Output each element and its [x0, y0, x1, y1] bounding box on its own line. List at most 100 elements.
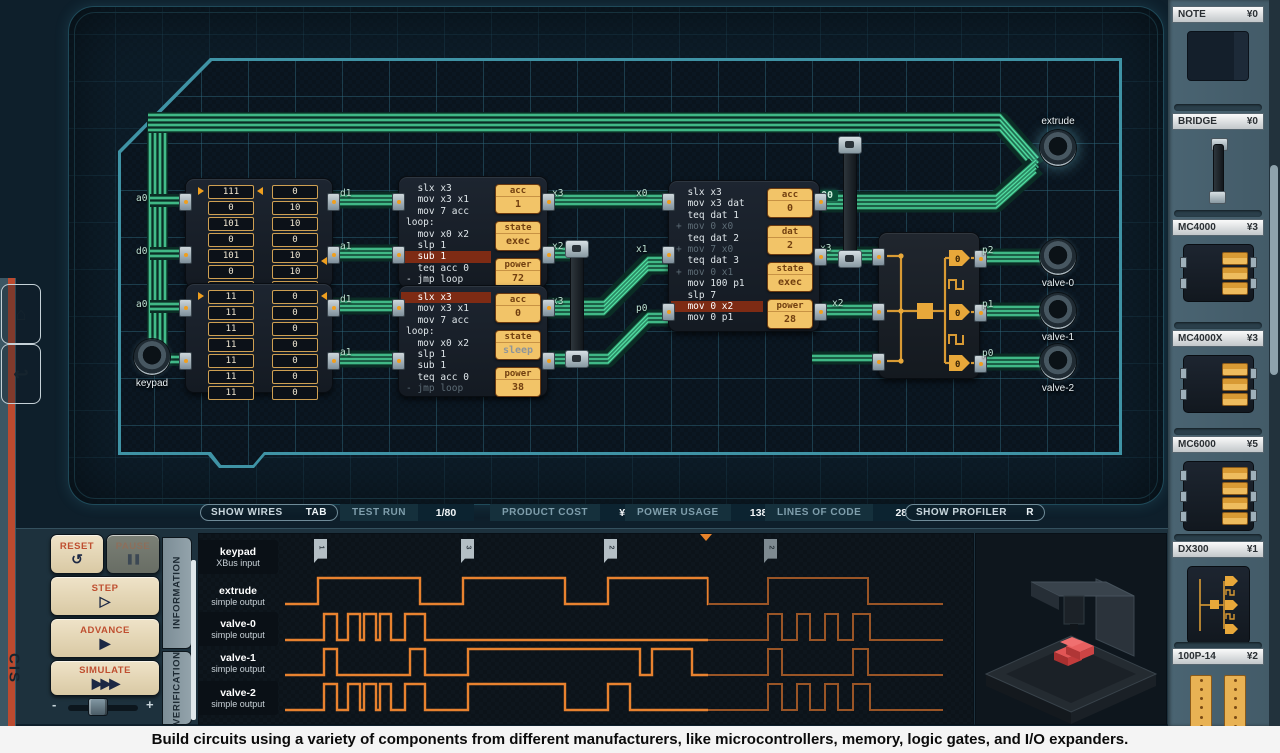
part-card-mc4000x[interactable]: MC4000X¥3	[1172, 330, 1264, 413]
chip-pin	[814, 193, 827, 211]
chip-pin	[179, 299, 192, 317]
register-badges: acc1stateexecpower72	[495, 184, 541, 295]
chip-pin	[179, 246, 192, 264]
sidebar-divider	[1174, 210, 1262, 217]
code-line: slp 1	[406, 349, 489, 360]
memory-pointer-icon	[198, 187, 204, 195]
dx300-gate-diagram: 0 0 0	[879, 233, 979, 378]
caption-bar: Build circuits using a variety of compon…	[0, 726, 1280, 753]
test-run-stat: TEST RUN 1/80	[340, 504, 474, 521]
memory-cell: 10	[272, 201, 318, 215]
speed-slider-knob[interactable]	[88, 698, 108, 716]
chip-pin	[872, 248, 885, 266]
speed-minus[interactable]: -	[52, 697, 56, 712]
simulate-button[interactable]: SIMULATE ▶▶▶	[50, 660, 160, 696]
memory-cell: 101	[208, 249, 254, 263]
show-wires-button[interactable]: SHOW WIRES TAB	[200, 504, 338, 521]
chip-pin	[542, 299, 555, 317]
code-line: + mov 0 x0	[676, 221, 761, 232]
home-button[interactable]: ⌂	[1, 284, 41, 344]
part-card-bridge[interactable]: BRIDGE¥0	[1172, 113, 1264, 204]
product-cost-label: PRODUCT COST	[490, 504, 600, 521]
chip-pin	[327, 246, 340, 264]
memory-chip-1[interactable]: 111111111111110000000	[185, 283, 333, 393]
register-badge-state: stateexec	[767, 262, 813, 292]
chip-pin	[662, 246, 675, 264]
wave-cursor[interactable]	[700, 534, 712, 541]
memory-cell: 10	[272, 217, 318, 231]
memory-cell: 0	[272, 322, 318, 336]
code-line: slx x3	[401, 292, 491, 303]
part-card-mc6000[interactable]: MC6000¥5	[1172, 436, 1264, 531]
step-button[interactable]: STEP ▷	[50, 576, 160, 616]
chip-pin	[392, 299, 405, 317]
wire-label: d1	[340, 294, 351, 305]
memory-cell: 0	[272, 290, 318, 304]
part-name: BRIDGE	[1178, 116, 1217, 127]
wire-label: p0	[982, 348, 993, 359]
dx300-chip[interactable]: 0 0 0	[878, 232, 980, 379]
code-line: mov x0 x2	[406, 338, 489, 349]
mcu-code[interactable]: slx x3 mov x3 dat teq dat 1+ mov 0 x0 te…	[676, 187, 761, 327]
brand-logo: CIS	[6, 639, 23, 699]
part-card-mc4000[interactable]: MC4000¥3	[1172, 219, 1264, 302]
mc4000x-thumbnail	[1183, 355, 1254, 413]
code-line: loop:	[406, 217, 489, 228]
memory-cell: 111	[208, 185, 254, 199]
bridge[interactable]	[563, 240, 589, 368]
memory-cell: 11	[208, 306, 254, 320]
part-card-note[interactable]: NOTE¥0	[1172, 6, 1264, 81]
chip-pin	[392, 246, 405, 264]
sidebar-divider	[1174, 534, 1262, 541]
wire-label: x0	[636, 188, 647, 199]
wire-label: a0	[136, 193, 147, 204]
show-profiler-button[interactable]: SHOW PROFILER R	[905, 504, 1045, 521]
code-line: slx x3	[676, 187, 761, 198]
chip-pin	[872, 303, 885, 321]
signal-type: simple output	[211, 597, 265, 608]
code-line: teq dat 1	[676, 210, 761, 221]
reset-icon: ↺	[71, 552, 83, 567]
pause-button[interactable]: PAUSE ❚❚	[106, 534, 160, 574]
tab-information[interactable]: INFORMATION	[162, 537, 192, 649]
register-badge-power: power38	[495, 367, 541, 397]
mc4000-thumbnail	[1183, 244, 1254, 302]
mcu-0[interactable]: slx x3 mov x3 x1 mov 7 accloop: mov x0 x…	[398, 176, 548, 288]
part-price: ¥0	[1247, 9, 1258, 20]
memory-cell: 0	[208, 201, 254, 215]
mcu-code[interactable]: slx x3 mov x3 x1 mov 7 accloop: mov x0 x…	[406, 292, 489, 392]
part-card-dx300[interactable]: DX300¥1	[1172, 541, 1264, 644]
show-wires-label: SHOW WIRES	[211, 507, 283, 518]
step-icon: ▷	[100, 594, 111, 609]
tab-verification[interactable]: VERIFICATION	[162, 651, 192, 725]
speed-plus[interactable]: +	[146, 697, 154, 712]
mcu-2[interactable]: slx x3 mov x3 dat teq dat 1+ mov 0 x0 te…	[668, 180, 820, 332]
code-line: mov 0 x2	[671, 301, 763, 312]
memory-cell: 0	[272, 354, 318, 368]
undo-button[interactable]: ↩	[1, 344, 41, 404]
signal-list-scrollbar[interactable]	[191, 560, 196, 720]
sidebar-divider	[1174, 322, 1262, 329]
signal-name: valve-1	[220, 652, 256, 664]
advance-button[interactable]: ADVANCE ▶	[50, 618, 160, 658]
memory-cell: 0	[272, 386, 318, 400]
bridge[interactable]	[836, 136, 862, 268]
mcu-1[interactable]: slx x3 mov x3 x1 mov 7 accloop: mov x0 x…	[398, 285, 548, 397]
chip-pin	[872, 353, 885, 371]
pause-icon: ❚❚	[126, 552, 141, 567]
wire-label: a0	[136, 299, 147, 310]
port-label-valve-2: valve-2	[1023, 383, 1093, 394]
reset-button[interactable]: RESET ↺	[50, 534, 104, 574]
advance-icon: ▶	[100, 636, 111, 651]
part-name: MC4000	[1178, 222, 1216, 233]
signal-type: XBus input	[216, 558, 260, 569]
sidebar-scrollbar-thumb[interactable]	[1270, 165, 1278, 375]
memory-chip-0[interactable]: 11101010101011101010010100	[185, 178, 333, 288]
memory-cell: 0	[272, 338, 318, 352]
memory-cell: 11	[208, 338, 254, 352]
mcu-code[interactable]: slx x3 mov x3 x1 mov 7 accloop: mov x0 x…	[406, 183, 489, 283]
signal-label-valve-1: valve-1 simple output	[198, 646, 278, 680]
wire-label: a1	[340, 241, 351, 252]
printer-render	[976, 534, 1166, 724]
code-line: mov x3 x1	[406, 194, 489, 205]
